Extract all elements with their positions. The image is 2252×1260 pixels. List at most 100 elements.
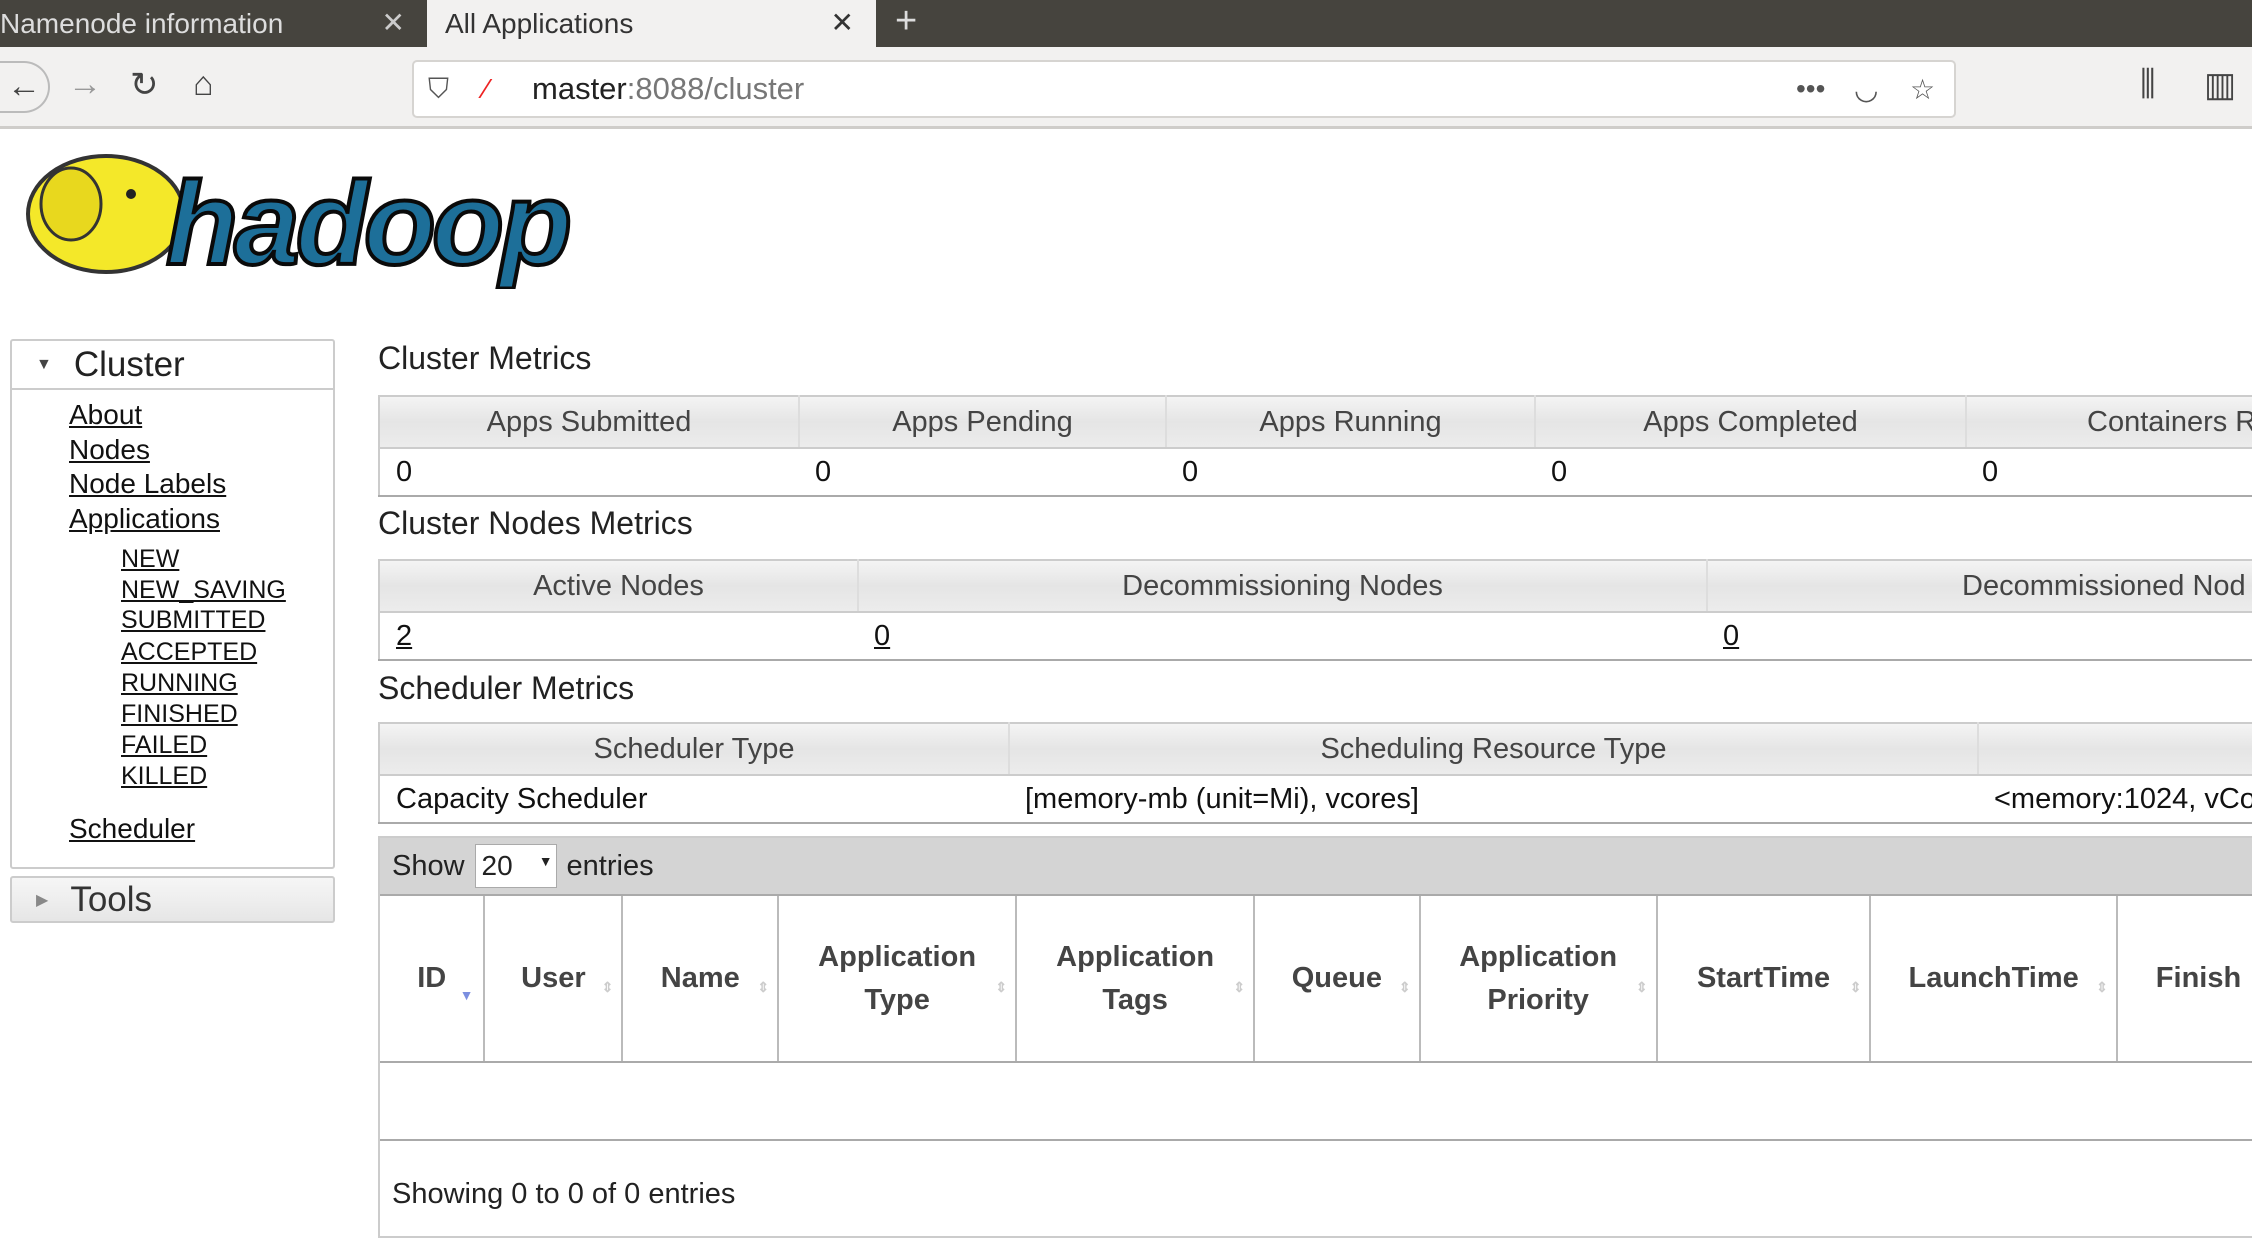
home-icon[interactable]: ⌂	[193, 65, 214, 104]
col-name[interactable]: Name ⇕	[623, 896, 780, 1061]
link-app-new[interactable]: NEW	[121, 545, 179, 574]
scheduler-metrics-table: Scheduler Type Scheduling Resource Type C…	[378, 722, 2252, 824]
link-app-finished[interactable]: FINISHED	[121, 700, 238, 729]
close-tab-icon[interactable]: ✕	[382, 6, 405, 39]
back-arrow-icon[interactable]: ←	[0, 61, 50, 113]
link-app-killed[interactable]: KILLED	[121, 762, 207, 791]
sort-icon: ⇕	[2096, 979, 2108, 995]
col-label: Finish	[2155, 962, 2242, 994]
col-application-tags[interactable]: Application Tags ⇕	[1017, 896, 1256, 1061]
th-active-nodes: Active Nodes	[379, 560, 859, 613]
url-path: :8088/cluster	[626, 71, 805, 106]
collapsed-triangle-icon: ▶	[36, 891, 49, 909]
sort-icon: ⇕	[1398, 979, 1411, 995]
sort-icon: ⇕	[757, 979, 770, 995]
col-label: ID	[417, 962, 447, 994]
apps-running-value: 0	[1166, 448, 1535, 497]
th-apps-pending: Apps Pending	[799, 396, 1167, 449]
scheduler-type-value: Capacity Scheduler	[379, 775, 1009, 824]
bookmark-star-icon[interactable]: ☆	[1910, 73, 1935, 106]
dropdown-arrow-icon: ▼	[538, 853, 553, 869]
link-nodes[interactable]: Nodes	[69, 434, 150, 466]
cluster-label: Cluster	[73, 344, 185, 384]
page-size-value: 20	[481, 850, 513, 881]
min-allocation-value: <memory:1024, vCo	[1978, 775, 2252, 824]
show-label: Show	[392, 849, 465, 882]
th-apps-running: Apps Running	[1166, 396, 1536, 449]
th-scheduling-resource-type: Scheduling Resource Type	[1009, 723, 1979, 776]
th-scheduler-type: Scheduler Type	[379, 723, 1010, 776]
col-queue[interactable]: Queue ⇕	[1255, 896, 1421, 1061]
link-about[interactable]: About	[69, 399, 142, 431]
th-apps-completed: Apps Completed	[1535, 396, 1967, 449]
decommissioning-nodes-link[interactable]: 0	[874, 620, 890, 652]
link-scheduler[interactable]: Scheduler	[69, 813, 195, 845]
cluster-section-header[interactable]: ▼ Cluster	[12, 341, 333, 390]
col-label: Application Tags	[1056, 940, 1215, 1016]
nav-bar: ← → ↻ ⌂ ⛉ ⁄ master:8088/cluster ••• ◡ ☆ …	[0, 47, 2252, 129]
tools-section-header[interactable]: ▶ Tools	[10, 876, 335, 923]
url-text[interactable]: master:8088/cluster	[532, 71, 804, 107]
url-host: master	[532, 71, 627, 106]
page-size-select[interactable]: 20 ▼	[474, 844, 557, 888]
containers-running-value: 0	[1966, 448, 2252, 497]
new-tab-plus-icon[interactable]: +	[895, 0, 917, 42]
col-starttime[interactable]: StartTime ⇕	[1658, 896, 1872, 1061]
apps-pending-value: 0	[799, 448, 1166, 497]
link-app-submitted[interactable]: SUBMITTED	[121, 606, 265, 635]
sidebar: ▼ Cluster About Nodes Node Labels Applica…	[10, 339, 335, 869]
col-label: Queue	[1291, 962, 1382, 994]
resource-type-value: [memory-mb (unit=Mi), vcores]	[1009, 775, 1978, 824]
table-toolbar: Show 20 ▼ entries	[380, 838, 2252, 894]
th-decommissioned-nodes: Decommissioned Nod	[1707, 560, 2252, 613]
close-tab-icon[interactable]: ✕	[831, 6, 854, 39]
apps-submitted-value: 0	[379, 448, 799, 497]
decommissioned-nodes-link[interactable]: 0	[1723, 620, 1739, 652]
pocket-icon[interactable]: ◡	[1854, 73, 1878, 106]
th-decommissioning-nodes: Decommissioning Nodes	[858, 560, 1708, 613]
sidebar-toggle-icon[interactable]: ▥	[2204, 65, 2236, 105]
tab-namenode-information[interactable]: Namenode information ✕	[0, 0, 427, 47]
tab-label: Namenode information	[0, 7, 284, 39]
col-label: Application Type	[818, 940, 977, 1016]
link-app-accepted[interactable]: ACCEPTED	[121, 638, 257, 667]
tab-label: All Applications	[445, 7, 634, 39]
tab-all-applications[interactable]: All Applications ✕	[427, 0, 876, 47]
shield-icon[interactable]: ⛉	[428, 73, 449, 106]
th-min-allocation	[1978, 723, 2252, 776]
nodes-metrics-table: Active Nodes Decommissioning Nodes Decommi…	[378, 559, 2252, 661]
more-actions-icon[interactable]: •••	[1796, 73, 1825, 105]
col-label: User	[521, 962, 586, 994]
col-label: Name	[660, 962, 740, 994]
forward-arrow-icon[interactable]: →	[68, 65, 102, 104]
col-launchtime[interactable]: LaunchTime ⇕	[1871, 896, 2118, 1061]
col-application-type[interactable]: Application Type ⇕	[779, 896, 1018, 1061]
col-id[interactable]: ID ▼	[380, 896, 486, 1061]
logo-text: hadoop	[166, 158, 569, 289]
col-label: Application Priority	[1459, 940, 1618, 1016]
col-label: StartTime	[1696, 962, 1831, 994]
col-user[interactable]: User ⇕	[485, 896, 624, 1061]
col-application-priority[interactable]: Application Priority ⇕	[1421, 896, 1658, 1061]
entries-label: entries	[566, 849, 654, 882]
link-applications[interactable]: Applications	[69, 503, 220, 535]
empty-table-row	[380, 1063, 2252, 1141]
link-app-new-saving[interactable]: NEW_SAVING	[121, 576, 286, 605]
scheduler-metrics-title: Scheduler Metrics	[378, 670, 635, 706]
sort-icon: ⇕	[601, 979, 614, 995]
hadoop-logo[interactable]: hadoop	[11, 144, 611, 289]
col-finishtime[interactable]: Finish	[2118, 896, 2252, 1061]
active-nodes-link[interactable]: 2	[396, 620, 412, 652]
link-node-labels[interactable]: Node Labels	[69, 468, 226, 500]
link-app-running[interactable]: RUNNING	[121, 669, 238, 698]
cluster-metrics-title: Cluster Metrics	[378, 340, 592, 376]
reload-icon[interactable]: ↻	[130, 65, 159, 105]
sort-asc-icon: ▼	[459, 987, 474, 1003]
tools-label: Tools	[70, 879, 153, 919]
expanded-triangle-icon: ▼	[36, 355, 52, 373]
library-icon[interactable]: ⫼	[2140, 65, 2156, 104]
insecure-lock-icon[interactable]: ⁄	[484, 73, 489, 105]
url-bar[interactable]: ⛉ ⁄ master:8088/cluster ••• ◡ ☆	[412, 60, 1956, 118]
apps-completed-value: 0	[1535, 448, 1966, 497]
link-app-failed[interactable]: FAILED	[121, 731, 207, 760]
